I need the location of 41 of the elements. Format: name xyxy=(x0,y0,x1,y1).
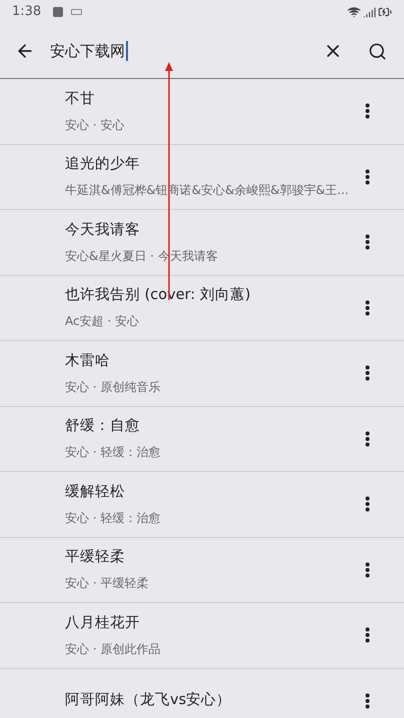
result-row[interactable]: 平缓轻柔 安心 · 平缓轻柔 xyxy=(0,538,404,603)
song-title: 木雷哈 xyxy=(65,352,111,371)
vertical-dots-icon xyxy=(364,168,370,185)
vertical-dots-icon xyxy=(364,300,370,316)
vertical-dots-icon xyxy=(364,562,370,578)
battery-icon xyxy=(378,5,392,19)
song-title: 追光的少年 xyxy=(65,155,141,174)
result-row[interactable]: 舒缓：自愈 安心 · 轻缓：治愈 xyxy=(0,406,404,472)
song-title: 阿哥阿妹（龙飞vs安心） xyxy=(65,690,232,710)
song-title: 不甘 xyxy=(65,90,96,109)
keyboard-icon xyxy=(71,9,82,15)
search-icon xyxy=(368,42,386,60)
song-subtitle: 安心 · 轻缓：治愈 xyxy=(65,510,162,527)
vertical-dots-icon xyxy=(364,103,370,120)
result-row[interactable]: 不甘 安心 · 安心 xyxy=(0,79,404,144)
song-subtitle: 安心 · 原创此作品 xyxy=(65,640,162,658)
vertical-dots-icon xyxy=(364,430,370,447)
song-title: 今天我请客 xyxy=(65,220,141,240)
result-row[interactable]: 阿哥阿妹（龙飞vs安心） xyxy=(0,668,404,718)
song-subtitle: 安心 · 平缓轻柔 xyxy=(65,575,150,592)
song-subtitle: Ac安超 · 安心 xyxy=(65,313,140,330)
song-subtitle: 安心 · 原创纯音乐 xyxy=(65,378,162,396)
search-field[interactable]: 安心下载网 xyxy=(50,40,312,62)
song-title: 缓解轻松 xyxy=(65,482,126,502)
result-row[interactable]: 八月桂花开 安心 · 原创此作品 xyxy=(0,603,404,668)
vertical-dots-icon xyxy=(364,234,370,250)
wifi-icon xyxy=(347,5,361,19)
result-row[interactable]: 木雷哈 安心 · 原创纯音乐 xyxy=(0,341,404,406)
vertical-dots-icon xyxy=(364,692,370,709)
song-subtitle: 安心 · 轻缓：治愈 xyxy=(65,444,162,462)
vertical-dots-icon xyxy=(364,627,370,644)
status-time: 1:38 xyxy=(12,3,42,22)
song-title: 平缓轻柔 xyxy=(65,548,126,568)
vertical-dots-icon xyxy=(364,496,370,512)
result-row[interactable]: 缓解轻松 安心 · 轻缓：治愈 xyxy=(0,472,404,538)
song-subtitle: 安心 · 安心 xyxy=(65,116,126,134)
signal-icon xyxy=(363,6,376,18)
vertical-dots-icon xyxy=(364,365,370,382)
notification-icon xyxy=(53,7,64,17)
song-title: 八月桂花开 xyxy=(65,614,141,633)
song-title: 舒缓：自愈 xyxy=(65,417,141,436)
